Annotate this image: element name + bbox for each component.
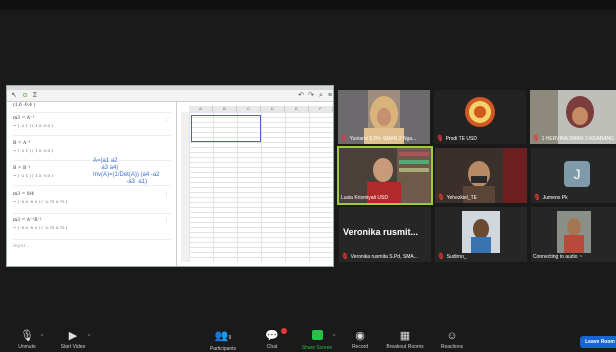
algebra-definition: B = A⁻¹ [13,141,31,146]
more-icon[interactable]: ⋮ [164,218,169,224]
meeting-toolbar: 🎙 Unmute ^ ▶ Start Video ^ 👥9 Participan… [0,328,616,352]
participant-tile[interactable]: 🎙 Yehezkiel_TE [435,148,527,203]
participants-button[interactable]: 👥9 Participants [206,330,240,352]
spreadsheet-selection[interactable] [191,115,261,142]
algebra-row[interactable]: m3 = A⁻¹B⁻¹ → ( -0.5 -0.5 ) ( -2.75 0.75… [13,218,171,240]
share-screen-button[interactable]: Share Screen [300,330,334,351]
inverse-formula-note: A=(a1 a2 a3 a4) Inv(A)=(1/Det(A)) (a4 -a… [93,158,160,185]
mic-muted-icon: 🎙 [437,254,445,260]
mic-muted-icon: 🎙 [436,136,444,142]
mic-muted-icon: 🎙 [341,254,349,260]
participant-display-name: Veronika rusmit... [343,227,419,237]
algebra-definition: m3 = A⁻¹ [13,116,35,121]
search-icon[interactable]: ⌕ [317,92,325,100]
participant-tile[interactable]: J 🎙 Jumeno Pk [531,148,616,203]
avatar: J [564,161,590,187]
move-tool-icon[interactable]: ↖ [10,92,18,100]
abc-tool-icon[interactable]: α [21,92,29,100]
participant-tile[interactable]: Veronika rusmit... 🎙 Veronika rusmita S.P… [339,207,431,262]
audio-connecting-icon: ~ [579,254,583,260]
participant-name: 🎙 1 HERVINA SMAN 3 NGABANG [532,135,615,143]
top-black-bar [0,0,616,10]
participant-tile[interactable]: 🎙 Sudirno_ [435,207,527,262]
redo-icon[interactable]: ↷ [307,92,315,100]
share-options-caret-icon[interactable]: ^ [333,334,335,340]
mic-muted-icon: 🎙 [20,330,34,342]
algebra-matrix: → ( -2 1 ) ( 1.5 -0.5 ) [13,148,54,153]
algebra-matrix: → ( -2 1 ) ( 1.5 -0.5 ) [13,123,54,128]
chat-unread-badge [281,328,287,334]
mic-muted-icon: 🎙 [340,136,348,142]
audio-options-caret-icon[interactable]: ^ [41,334,43,340]
participants-icon: 👥9 [214,330,232,342]
mic-muted-icon: 🎙 [437,195,445,201]
active-speaker-tile[interactable]: Lusia Krismiyati USD [337,146,433,205]
menu-icon[interactable]: ≡ [326,92,334,100]
participant-tile[interactable]: Connecting to audio ~ [531,207,616,262]
undo-icon[interactable]: ↶ [297,92,305,100]
mic-muted-icon: 🎙 [532,136,540,142]
algebra-matrix: → ( -0.5 -0.5 ) ( -2.75 0.75 ) [13,225,68,230]
participant-name: 🎙 Yehezkiel_TE [437,194,478,202]
participant-name: 🎙 Yuniarni S.Pd -SMAN 2 Nga... [340,135,417,143]
algebra-matrix: → ( -0.5 -0.5 ) ( -2.75 0.75 ) [13,199,68,204]
participant-tile[interactable]: 🎙 Prodi TE USD [434,90,526,144]
more-icon[interactable]: ⋮ [164,192,169,198]
spreadsheet-row-headers [181,112,189,262]
start-video-button[interactable]: ▶ Start Video [56,330,90,350]
algebra-input-row[interactable]: Input... [13,244,171,254]
algebra-definition: m3 = 0/4 [13,192,35,197]
function-tool-icon[interactable]: Σ [31,92,39,100]
participant-name: 🎙 Prodi TE USD [436,135,477,143]
record-icon: ◉ [355,330,365,342]
participant-name: 🎙 Sudirno_ [437,253,467,261]
algebra-view[interactable]: (1.6 -0.4 ) m3 = A⁻¹ → ( -2 1 ) ( 1.5 -0… [7,102,177,266]
reactions-icon: ☺ [446,330,458,342]
unmute-button[interactable]: 🎙 Unmute [14,330,40,350]
algebra-row[interactable]: m3 = A⁻¹ → ( -2 1 ) ( 1.5 -0.5 ) ⋮ [13,116,171,136]
shared-screen[interactable]: ↖ α Σ ↶ ↷ ⌕ ≡ (1.6 -0.4 ) m3 = A⁻¹ → ( -… [6,85,334,267]
participant-name: Connecting to audio ~ [533,254,583,260]
reactions-button[interactable]: ☺ Reactions [438,330,466,350]
chat-button[interactable]: 💬 Chat [262,328,287,350]
mic-muted-icon: 🎙 [533,195,541,201]
breakout-rooms-icon: ▦ [399,330,411,342]
breakout-rooms-button[interactable]: ▦ Breakout Rooms [383,330,427,350]
algebra-row[interactable]: (1.6 -0.4 ) [13,103,171,113]
video-options-caret-icon[interactable]: ^ [88,334,90,340]
leave-room-button[interactable]: Leave Room [580,336,616,348]
video-off-icon: ▶ [68,330,78,342]
participant-tile[interactable]: 🎙 1 HERVINA SMAN 3 NGABANG [530,90,616,144]
chat-icon: 💬 [262,328,287,342]
geogebra-toolbar: ↖ α Σ ↶ ↷ ⌕ ≡ [7,90,333,102]
participant-name: 🎙 Jumeno Pk [533,194,568,202]
algebra-definition: m3 = A⁻¹B⁻¹ [13,218,42,223]
algebra-row[interactable]: m3 = 0/4 → ( -0.5 -0.5 ) ( -2.75 0.75 ) … [13,192,171,214]
algebra-input[interactable]: Input... [13,244,171,249]
participant-name: 🎙 Veronika rusmita S.Pd, SMA... [341,253,418,261]
spreadsheet-view[interactable]: A B C D E F [181,102,333,266]
more-icon[interactable]: ⋮ [164,116,169,122]
participant-tile[interactable]: 🎙 Yuniarni S.Pd -SMAN 2 Nga... [338,90,430,144]
participant-name: Lusia Krismiyati USD [341,195,388,201]
algebra-definition: (1.6 -0.4 ) [13,103,36,108]
record-button[interactable]: ◉ Record [348,330,372,350]
share-screen-icon [311,330,323,340]
